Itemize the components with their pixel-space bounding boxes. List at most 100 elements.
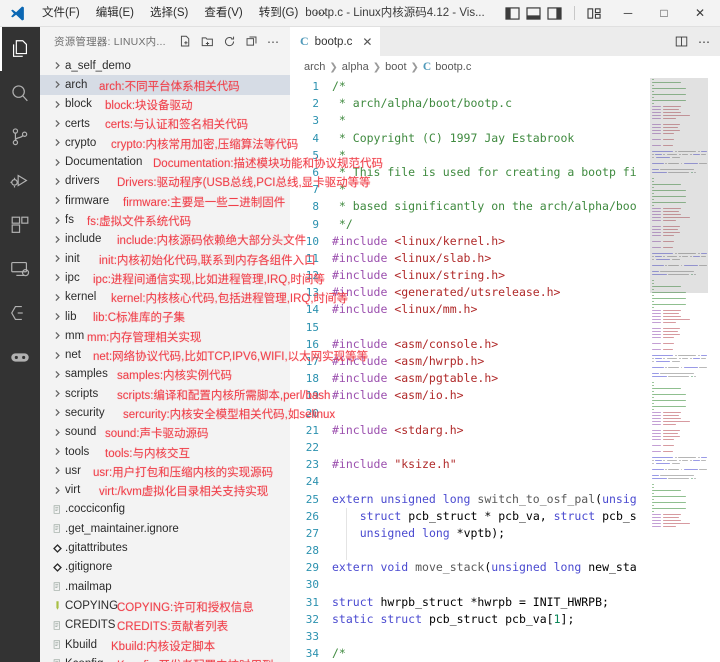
chevron-right-icon[interactable] [50, 293, 65, 302]
new-folder-icon[interactable] [201, 35, 214, 48]
menu-more-icon[interactable]: ⋯ [306, 0, 335, 27]
menu-file[interactable]: 文件(F) [34, 0, 88, 27]
tree-item-sound[interactable]: sound [40, 423, 290, 442]
activity-item-explorer[interactable] [0, 27, 40, 71]
breadcrumb-item-alpha[interactable]: alpha [342, 61, 369, 73]
chevron-right-icon[interactable] [50, 254, 65, 263]
tree-item-documentation[interactable]: Documentation [40, 152, 290, 171]
activity-item-gamepad[interactable] [0, 335, 40, 379]
close-button[interactable]: ✕ [682, 0, 718, 27]
menu-bar[interactable]: 文件(F) 编辑(E) 选择(S) 查看(V) 转到(G) ⋯ [34, 0, 335, 27]
minimap[interactable] [650, 78, 708, 662]
breadcrumb-item-arch[interactable]: arch [304, 61, 325, 73]
tree-item-credits[interactable]: CREDITS [40, 616, 290, 635]
tree-item-virt[interactable]: virt [40, 481, 290, 500]
tree-item-firmware[interactable]: firmware [40, 191, 290, 210]
breadcrumb[interactable]: arch ❯ alpha ❯ boot ❯ C bootp.c [290, 56, 720, 78]
minimize-button[interactable]: ─ [610, 0, 646, 27]
menu-go[interactable]: 转到(G) [251, 0, 307, 27]
explorer-more-actions-icon[interactable]: ⋯ [267, 36, 280, 48]
tree-item-.cocciconfig[interactable]: .cocciconfig [40, 500, 290, 519]
chevron-right-icon[interactable] [50, 100, 65, 109]
menu-edit[interactable]: 编辑(E) [88, 0, 142, 27]
chevron-right-icon[interactable] [50, 138, 65, 147]
tree-item-usr[interactable]: usr [40, 461, 290, 480]
chevron-right-icon[interactable] [50, 428, 65, 437]
tree-item-net[interactable]: net [40, 345, 290, 364]
chevron-right-icon[interactable] [50, 119, 65, 128]
tree-item-crypto[interactable]: crypto [40, 133, 290, 152]
chevron-right-icon[interactable] [50, 351, 65, 360]
menu-selection[interactable]: 选择(S) [142, 0, 196, 27]
new-file-icon[interactable] [179, 35, 192, 48]
refresh-icon[interactable] [223, 35, 236, 48]
chevron-right-icon[interactable] [50, 331, 65, 340]
tree-item-.get_maintainer.ignore[interactable]: .get_maintainer.ignore [40, 519, 290, 538]
breadcrumb-item-boot[interactable]: boot [385, 61, 406, 73]
tree-item-ipc[interactable]: ipc [40, 268, 290, 287]
line-number: 18 [305, 372, 319, 386]
tree-item-drivers[interactable]: drivers [40, 172, 290, 191]
chevron-right-icon[interactable] [50, 196, 65, 205]
chevron-right-icon[interactable] [50, 235, 65, 244]
panel-right-icon[interactable] [547, 6, 562, 20]
tab-close-icon[interactable]: ✕ [362, 35, 372, 49]
chevron-right-icon[interactable] [50, 158, 65, 167]
chevron-right-icon[interactable] [50, 61, 65, 70]
editor-scrollbar[interactable] [708, 78, 720, 662]
tree-item-security[interactable]: security [40, 403, 290, 422]
chevron-right-icon[interactable] [50, 466, 65, 475]
activity-item-clangd[interactable] [0, 291, 40, 335]
menu-view[interactable]: 查看(V) [196, 0, 250, 27]
tree-item-.mailmap[interactable]: .mailmap [40, 577, 290, 596]
tree-item-.gitattributes[interactable]: .gitattributes [40, 538, 290, 557]
activity-item-search[interactable] [0, 71, 40, 115]
code-text: #include <asm/pgtable.h> [332, 370, 498, 387]
file-tree[interactable]: a_self_demo arch block certs crypto Documenta… [40, 56, 290, 662]
editor-more-actions-icon[interactable]: ⋯ [698, 36, 711, 48]
chevron-right-icon[interactable] [50, 216, 65, 225]
tree-item-kconfig[interactable]: Kconfig [40, 654, 290, 662]
chevron-right-icon[interactable] [50, 273, 65, 282]
activity-item-extensions[interactable] [0, 203, 40, 247]
activity-item-run-and-debug[interactable] [0, 159, 40, 203]
chevron-right-icon[interactable] [50, 389, 65, 398]
chevron-right-icon[interactable] [50, 486, 65, 495]
tree-item-kbuild[interactable]: Kbuild [40, 635, 290, 654]
tree-item-block[interactable]: block [40, 95, 290, 114]
tree-item-mm[interactable]: mm [40, 326, 290, 345]
tree-item-include[interactable]: include [40, 230, 290, 249]
split-editor-icon[interactable] [675, 35, 688, 48]
tree-item-a_self_demo[interactable]: a_self_demo [40, 56, 290, 75]
tree-item-init[interactable]: init [40, 249, 290, 268]
code-editor[interactable]: 1 /* 2 * arch/alpha/boot/bootp.c 3 * 4 * Cop… [290, 78, 720, 662]
chevron-right-icon[interactable] [50, 447, 65, 456]
tab-bootp-c[interactable]: C bootp.c ✕ [290, 27, 381, 56]
tree-item-certs[interactable]: certs [40, 114, 290, 133]
chevron-right-icon[interactable] [50, 408, 65, 417]
activity-item-remote-explorer[interactable] [0, 247, 40, 291]
panel-left-icon[interactable] [505, 6, 520, 20]
tree-item-lib[interactable]: lib [40, 307, 290, 326]
breadcrumb-item-bootp-c[interactable]: bootp.c [435, 61, 471, 73]
chevron-right-icon[interactable] [50, 370, 65, 379]
customize-layout-icon[interactable] [587, 7, 602, 20]
tree-item-fs[interactable]: fs [40, 210, 290, 229]
tree-item-scripts[interactable]: scripts [40, 384, 290, 403]
tree-item-tools[interactable]: tools [40, 442, 290, 461]
collapse-all-icon[interactable] [245, 35, 258, 48]
editor-tab-bar: C bootp.c ✕ ⋯ [290, 27, 720, 56]
activity-item-source-control[interactable] [0, 115, 40, 159]
chevron-right-icon[interactable] [50, 80, 65, 89]
c-file-icon: C [422, 61, 432, 73]
minimap-slider[interactable] [650, 78, 708, 293]
tree-item-samples[interactable]: samples [40, 365, 290, 384]
chevron-right-icon[interactable] [50, 177, 65, 186]
maximize-button[interactable]: □ [646, 0, 682, 27]
tree-item-copying[interactable]: COPYING [40, 596, 290, 615]
chevron-right-icon[interactable] [50, 312, 65, 321]
tree-item-arch[interactable]: arch [40, 75, 290, 95]
tree-item-.gitignore[interactable]: .gitignore [40, 558, 290, 577]
panel-bottom-icon[interactable] [526, 6, 541, 20]
tree-item-kernel[interactable]: kernel [40, 288, 290, 307]
